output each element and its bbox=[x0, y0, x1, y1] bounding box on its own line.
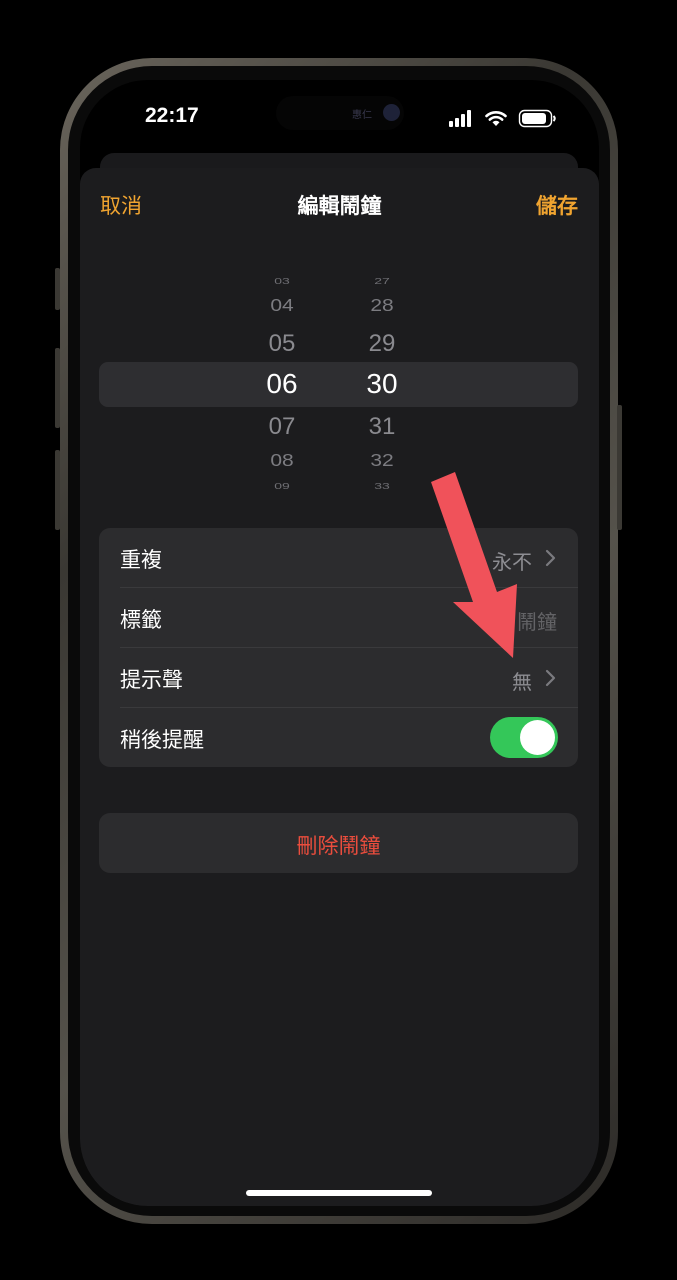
hour-option[interactable]: 04 bbox=[242, 296, 322, 316]
cancel-button[interactable]: 取消 bbox=[100, 190, 142, 220]
hour-wheel[interactable]: 03 04 05 06 07 08 09 bbox=[242, 168, 322, 568]
volume-up-button bbox=[55, 348, 60, 428]
delete-alarm-label: 刪除鬧鐘 bbox=[296, 834, 381, 858]
delete-alarm-button[interactable]: 刪除鬧鐘 bbox=[99, 813, 578, 873]
minute-option[interactable]: 31 bbox=[342, 413, 422, 441]
status-icons bbox=[449, 109, 556, 128]
action-button bbox=[55, 268, 60, 310]
repeat-label: 重複 bbox=[120, 548, 162, 572]
minute-option[interactable]: 28 bbox=[342, 296, 422, 316]
chevron-right-icon bbox=[545, 669, 556, 687]
snooze-toggle[interactable] bbox=[490, 717, 558, 758]
chevron-right-icon bbox=[545, 549, 556, 567]
hour-option[interactable]: 05 bbox=[242, 330, 322, 358]
wifi-icon bbox=[485, 111, 507, 126]
power-button bbox=[617, 405, 622, 530]
nav-title-bar: 編輯鬧鐘 bbox=[80, 190, 599, 220]
volume-down-button bbox=[55, 450, 60, 530]
picker-selection-band bbox=[99, 362, 578, 407]
minute-option[interactable]: 29 bbox=[342, 330, 422, 358]
edit-alarm-sheet: 取消 編輯鬧鐘 儲存 03 04 05 06 07 08 09 27 28 29… bbox=[80, 168, 599, 1206]
minute-option[interactable]: 33 bbox=[342, 481, 422, 491]
snooze-label: 稍後提醒 bbox=[120, 728, 204, 752]
annotation-arrow-icon bbox=[431, 472, 517, 658]
label-label: 標籤 bbox=[120, 608, 162, 632]
status-time: 22:17 bbox=[145, 104, 199, 127]
toggle-knob bbox=[520, 720, 555, 755]
save-button[interactable]: 儲存 bbox=[536, 190, 578, 220]
cellular-signal-icon bbox=[449, 110, 471, 127]
island-avatar bbox=[383, 104, 400, 121]
hour-option[interactable]: 09 bbox=[242, 481, 322, 491]
minute-option[interactable]: 32 bbox=[342, 451, 422, 471]
hour-option[interactable]: 07 bbox=[242, 413, 322, 441]
hour-option[interactable]: 08 bbox=[242, 451, 322, 471]
battery-icon bbox=[518, 109, 556, 128]
sound-label: 提示聲 bbox=[120, 668, 183, 692]
hour-selected[interactable]: 06 bbox=[242, 368, 322, 400]
snooze-row: 稍後提醒 bbox=[99, 708, 578, 768]
minute-selected[interactable]: 30 bbox=[342, 368, 422, 400]
sound-value: 無 bbox=[512, 670, 532, 694]
minute-wheel[interactable]: 27 28 29 30 31 32 33 bbox=[342, 168, 422, 568]
island-label: 惠仁 bbox=[352, 110, 372, 121]
minute-option[interactable]: 27 bbox=[342, 276, 422, 286]
home-indicator[interactable] bbox=[246, 1190, 432, 1196]
hour-option[interactable]: 03 bbox=[242, 276, 322, 286]
